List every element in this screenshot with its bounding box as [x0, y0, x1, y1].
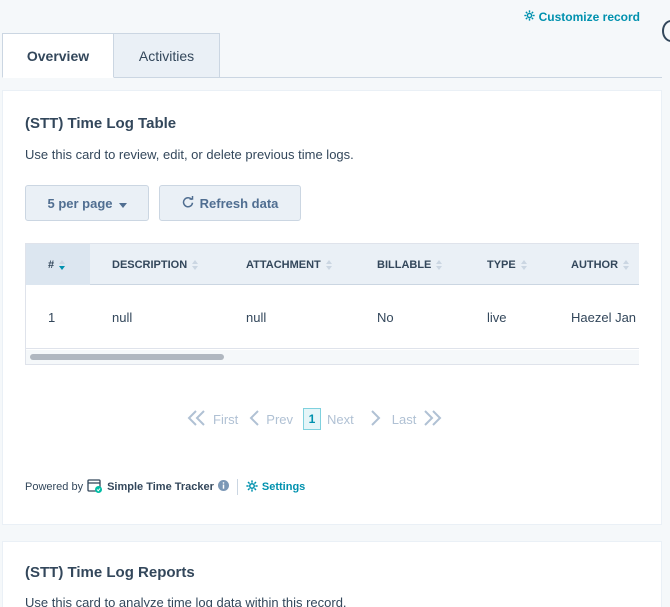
sort-icon [436, 259, 443, 270]
column-header-description[interactable]: DESCRIPTION [112, 244, 199, 285]
last-page-button[interactable]: Last [391, 409, 443, 429]
double-chevron-right-icon [422, 409, 442, 429]
record-tabs: Overview Activities [2, 33, 220, 78]
table-row[interactable]: 1 null null No live Haezel Jan [26, 285, 639, 349]
pagination: First Prev 1 Next Last [187, 407, 452, 431]
sort-icon [192, 259, 199, 270]
help-icon[interactable] [662, 20, 670, 42]
last-label: Last [391, 411, 417, 427]
column-header-label: # [48, 258, 55, 271]
card-description: Use this card to analyze time log data w… [25, 595, 347, 607]
card-description: Use this card to review, edit, or delete… [25, 147, 354, 162]
per-page-dropdown[interactable]: 5 per page [25, 185, 149, 221]
prev-label: Prev [266, 411, 294, 427]
column-header-label: AUTHOR [571, 258, 619, 271]
settings-label: Settings [261, 481, 306, 493]
sort-icon [59, 259, 66, 270]
column-header-label: DESCRIPTION [112, 258, 188, 271]
table-header-row: # DESCRIPTION ATTACHMENT BILLABLE TYPE A… [26, 244, 639, 285]
refresh-icon [182, 195, 194, 211]
per-page-label: 5 per page [47, 195, 113, 211]
next-page-button[interactable]: Next [327, 409, 382, 429]
refresh-data-button[interactable]: Refresh data [159, 185, 301, 221]
column-header-type[interactable]: TYPE [487, 244, 527, 285]
gear-icon [523, 10, 535, 24]
table-cell: No [377, 309, 394, 325]
column-header-author[interactable]: AUTHOR [571, 244, 630, 285]
table-cell: live [487, 309, 507, 325]
tab-overview[interactable]: Overview [2, 33, 114, 78]
tabs-divider [114, 77, 662, 78]
time-log-table-card: (STT) Time Log Table Use this card to re… [2, 90, 662, 525]
chevron-right-icon [360, 409, 382, 429]
brand-name: Simple Time Tracker [107, 481, 214, 493]
sort-icon [520, 259, 527, 270]
time-log-reports-card: (STT) Time Log Reports Use this card to … [2, 541, 662, 607]
page-number-current[interactable]: 1 [303, 408, 322, 430]
sort-icon [623, 259, 630, 270]
simple-time-tracker-logo-icon [87, 478, 103, 497]
card-footer: Powered by Simple Time Tracker Settings [25, 477, 305, 497]
card-title: (STT) Time Log Reports [25, 564, 195, 581]
first-page-button[interactable]: First [187, 409, 239, 429]
column-header-attachment[interactable]: ATTACHMENT [246, 244, 332, 285]
customize-record-link[interactable]: Customize record [523, 10, 640, 24]
scrollbar-thumb[interactable] [30, 354, 224, 360]
column-header-billable[interactable]: BILLABLE [377, 244, 443, 285]
table-cell: Haezel Jan [571, 309, 637, 325]
table-cell: null [246, 309, 267, 325]
column-header-label: BILLABLE [377, 258, 432, 271]
refresh-label: Refresh data [199, 195, 279, 211]
table-cell: 1 [48, 309, 56, 325]
gear-icon [246, 479, 258, 495]
caret-down-icon [118, 196, 127, 211]
tab-activities[interactable]: Activities [114, 33, 220, 78]
column-header-label: ATTACHMENT [246, 258, 321, 271]
sort-icon [325, 259, 332, 270]
column-header-label: TYPE [487, 258, 516, 271]
table-cell: null [112, 309, 133, 325]
column-header-number[interactable]: # [26, 244, 90, 285]
customize-record-label: Customize record [538, 10, 640, 24]
next-label: Next [327, 411, 354, 427]
settings-link[interactable]: Settings [246, 479, 306, 495]
chevron-left-icon [248, 409, 260, 429]
time-log-table: # DESCRIPTION ATTACHMENT BILLABLE TYPE A… [25, 243, 639, 365]
footer-divider [236, 479, 238, 495]
double-chevron-left-icon [187, 409, 207, 429]
record-header: Customize record [0, 0, 670, 42]
info-icon[interactable] [217, 480, 229, 494]
card-title: (STT) Time Log Table [25, 115, 177, 132]
first-label: First [213, 411, 239, 427]
prev-page-button[interactable]: Prev [248, 409, 294, 429]
horizontal-scrollbar[interactable] [26, 350, 639, 364]
powered-by-label: Powered by [25, 481, 84, 493]
